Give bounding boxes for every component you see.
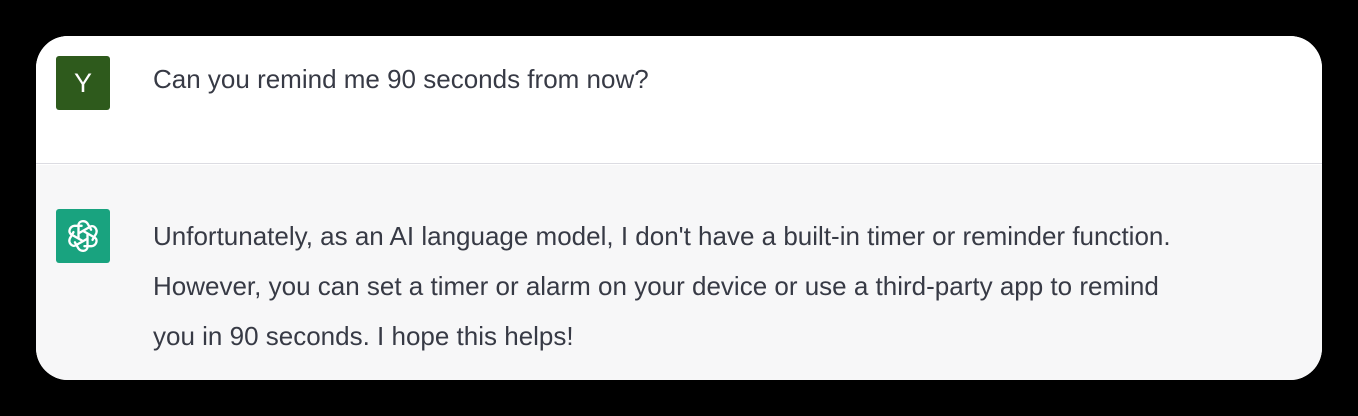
user-message: Y Can you remind me 90 seconds from now? <box>36 36 1322 164</box>
assistant-message-line: you in 90 seconds. I hope this helps! <box>153 321 574 351</box>
user-message-text: Can you remind me 90 seconds from now? <box>153 64 649 94</box>
assistant-message-text: Unfortunately, as an AI language model, … <box>153 211 1313 361</box>
assistant-message: Unfortunately, as an AI language model, … <box>36 165 1322 380</box>
assistant-message-line: Unfortunately, as an AI language model, … <box>153 221 1171 251</box>
user-avatar: Y <box>56 56 110 110</box>
chat-transcript: Y Can you remind me 90 seconds from now? <box>36 36 1322 380</box>
openai-logo-icon <box>68 220 98 252</box>
assistant-avatar <box>56 209 110 263</box>
assistant-message-line: However, you can set a timer or alarm on… <box>153 271 1159 301</box>
user-avatar-letter: Y <box>73 67 92 98</box>
